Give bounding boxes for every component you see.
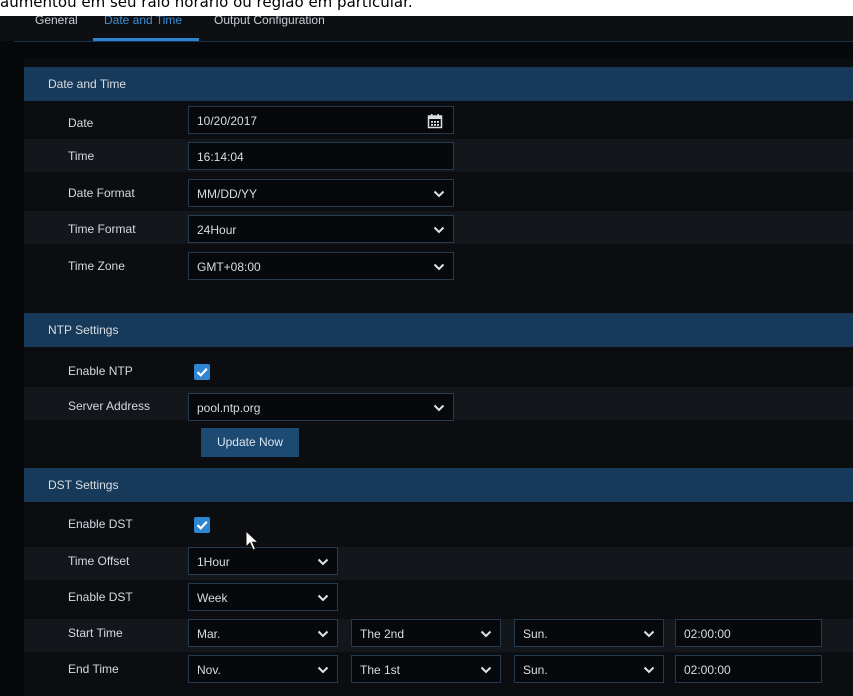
chevron-down-icon <box>317 665 329 675</box>
server-address-select[interactable]: pool.ntp.org <box>188 393 454 421</box>
date-label: Date <box>68 116 94 130</box>
section-title: DST Settings <box>48 478 119 492</box>
chevron-down-icon <box>480 629 492 639</box>
start-time-input[interactable]: 02:00:00 <box>675 619 822 647</box>
start-week-select[interactable]: The 2nd <box>351 619 501 647</box>
row-stripe <box>24 547 853 580</box>
chevron-down-icon <box>433 189 445 199</box>
end-time-value: 02:00:00 <box>684 663 731 677</box>
date-format-value: MM/DD/YY <box>197 187 257 201</box>
settings-window: General Date and Time Output Configurati… <box>0 0 853 696</box>
checkmark-icon <box>196 368 208 377</box>
dst-mode-value: Week <box>197 591 228 605</box>
end-time-input[interactable]: 02:00:00 <box>675 655 822 683</box>
enable-ntp-label: Enable NTP <box>68 364 133 378</box>
chevron-down-icon <box>643 629 655 639</box>
start-time-label: Start Time <box>68 626 123 640</box>
server-address-value: pool.ntp.org <box>197 401 261 415</box>
dst-mode-select[interactable]: Week <box>188 583 338 611</box>
caption-text: aumentou em seu raio horário ou região e… <box>0 0 853 16</box>
end-day-value: Sun. <box>523 663 548 677</box>
update-now-button[interactable]: Update Now <box>201 428 299 457</box>
server-address-label: Server Address <box>68 399 151 413</box>
start-day-value: Sun. <box>523 627 548 641</box>
start-month-value: Mar. <box>197 627 221 641</box>
date-field[interactable]: 10/20/2017 <box>188 106 454 134</box>
chevron-down-icon <box>317 629 329 639</box>
tab-divider <box>14 41 853 42</box>
chevron-down-icon <box>480 665 492 675</box>
chevron-down-icon <box>317 593 329 603</box>
calendar-icon[interactable] <box>427 113 443 129</box>
end-week-value: The 1st <box>360 663 401 677</box>
time-zone-select[interactable]: GMT+08:00 <box>188 252 454 280</box>
chevron-down-icon <box>433 403 445 413</box>
date-value: 10/20/2017 <box>197 114 258 128</box>
time-field[interactable]: 16:14:04 <box>188 142 454 170</box>
chevron-down-icon <box>643 665 655 675</box>
dst-section-header: DST Settings <box>24 468 853 502</box>
end-month-select[interactable]: Nov. <box>188 655 338 683</box>
time-format-select[interactable]: 24Hour <box>188 215 454 243</box>
mouse-pointer-icon <box>245 529 261 552</box>
end-month-value: Nov. <box>197 663 221 677</box>
enable-dst-checkbox[interactable] <box>194 517 210 533</box>
end-week-select[interactable]: The 1st <box>351 655 501 683</box>
date-time-section-header: Date and Time <box>24 67 853 101</box>
time-format-label: Time Format <box>68 222 136 236</box>
start-time-value: 02:00:00 <box>684 627 731 641</box>
end-time-label: End Time <box>68 662 119 676</box>
time-value: 16:14:04 <box>197 150 244 164</box>
caption-text-line: aumentou em seu raio horário ou região e… <box>0 0 413 11</box>
enable-dst-label: Enable DST <box>68 517 133 531</box>
chevron-down-icon <box>317 557 329 567</box>
chevron-down-icon <box>433 225 445 235</box>
date-format-select[interactable]: MM/DD/YY <box>188 179 454 207</box>
time-zone-label: Time Zone <box>68 259 125 273</box>
chevron-down-icon <box>433 262 445 272</box>
dst-mode-label: Enable DST <box>68 590 133 604</box>
time-offset-label: Time Offset <box>68 554 130 568</box>
enable-ntp-checkbox[interactable] <box>194 364 210 380</box>
time-zone-value: GMT+08:00 <box>197 260 261 274</box>
section-title: Date and Time <box>48 77 127 91</box>
ntp-section-header: NTP Settings <box>24 313 853 347</box>
date-format-label: Date Format <box>68 186 135 200</box>
time-offset-select[interactable]: 1Hour <box>188 547 338 575</box>
time-format-value: 24Hour <box>197 223 237 237</box>
start-week-value: The 2nd <box>360 627 405 641</box>
time-offset-value: 1Hour <box>197 555 230 569</box>
end-day-select[interactable]: Sun. <box>514 655 664 683</box>
section-title: NTP Settings <box>48 323 119 337</box>
checkmark-icon <box>196 521 208 530</box>
time-label: Time <box>68 149 95 163</box>
start-month-select[interactable]: Mar. <box>188 619 338 647</box>
start-day-select[interactable]: Sun. <box>514 619 664 647</box>
